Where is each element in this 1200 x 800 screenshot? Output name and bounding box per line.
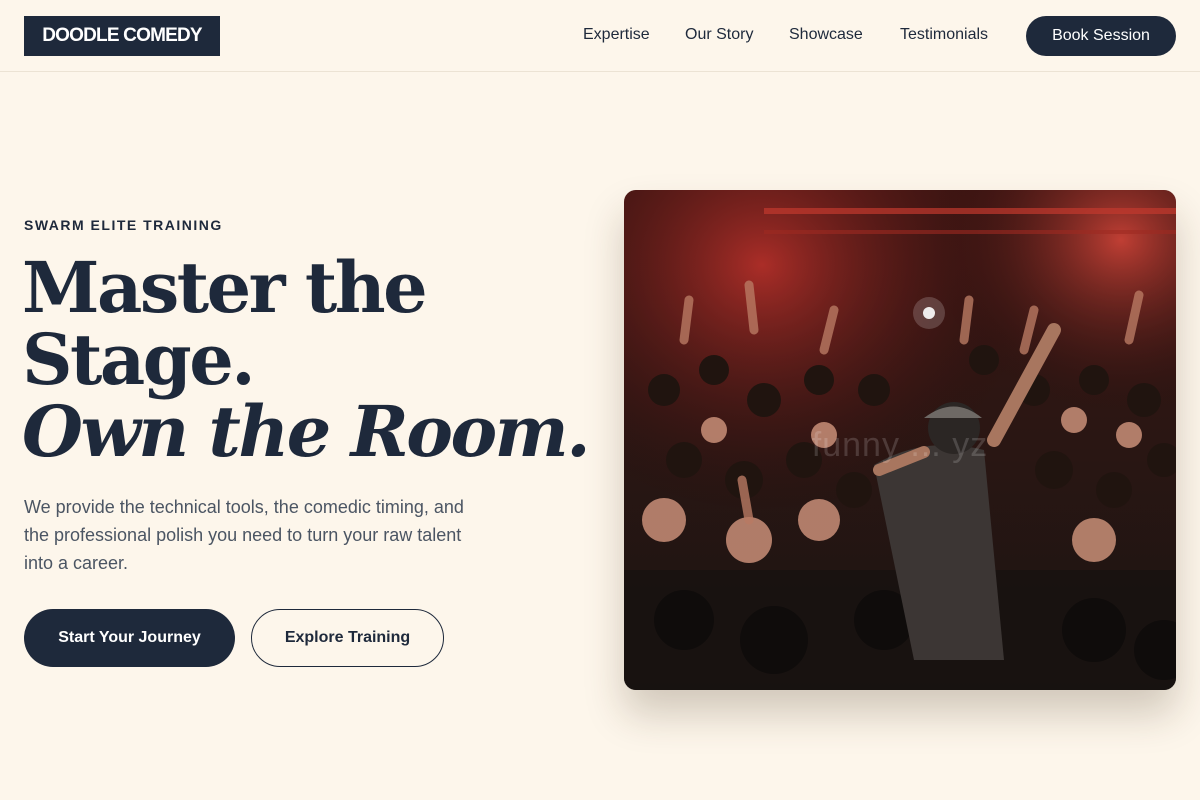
hero-lede: We provide the technical tools, the come…: [24, 497, 464, 573]
nav-link-expertise[interactable]: Expertise: [583, 24, 650, 46]
hero-image: funny ... yz: [624, 190, 1176, 690]
headline-line-3: Own the Room.: [22, 390, 591, 473]
headline-line-1: Master the: [22, 246, 428, 329]
image-watermark: funny ... yz: [811, 426, 989, 464]
headline-line-2: Stage.: [22, 318, 256, 401]
start-journey-button[interactable]: Start Your Journey: [24, 609, 235, 667]
nav-link-showcase[interactable]: Showcase: [789, 24, 863, 46]
nav-link-our-story[interactable]: Our Story: [685, 24, 753, 46]
site-logo[interactable]: DOODLE COMEDY: [24, 16, 220, 56]
book-session-button[interactable]: Book Session: [1026, 16, 1176, 56]
hero-eyebrow: SWARM ELITE TRAINING: [24, 217, 223, 233]
nav-link-testimonials[interactable]: Testimonials: [900, 24, 988, 46]
hero-headline: Master the Stage. Own the Room.: [22, 246, 591, 473]
explore-training-button[interactable]: Explore Training: [251, 609, 444, 667]
site-header: DOODLE COMEDY Expertise Our Story Showca…: [0, 0, 1200, 72]
